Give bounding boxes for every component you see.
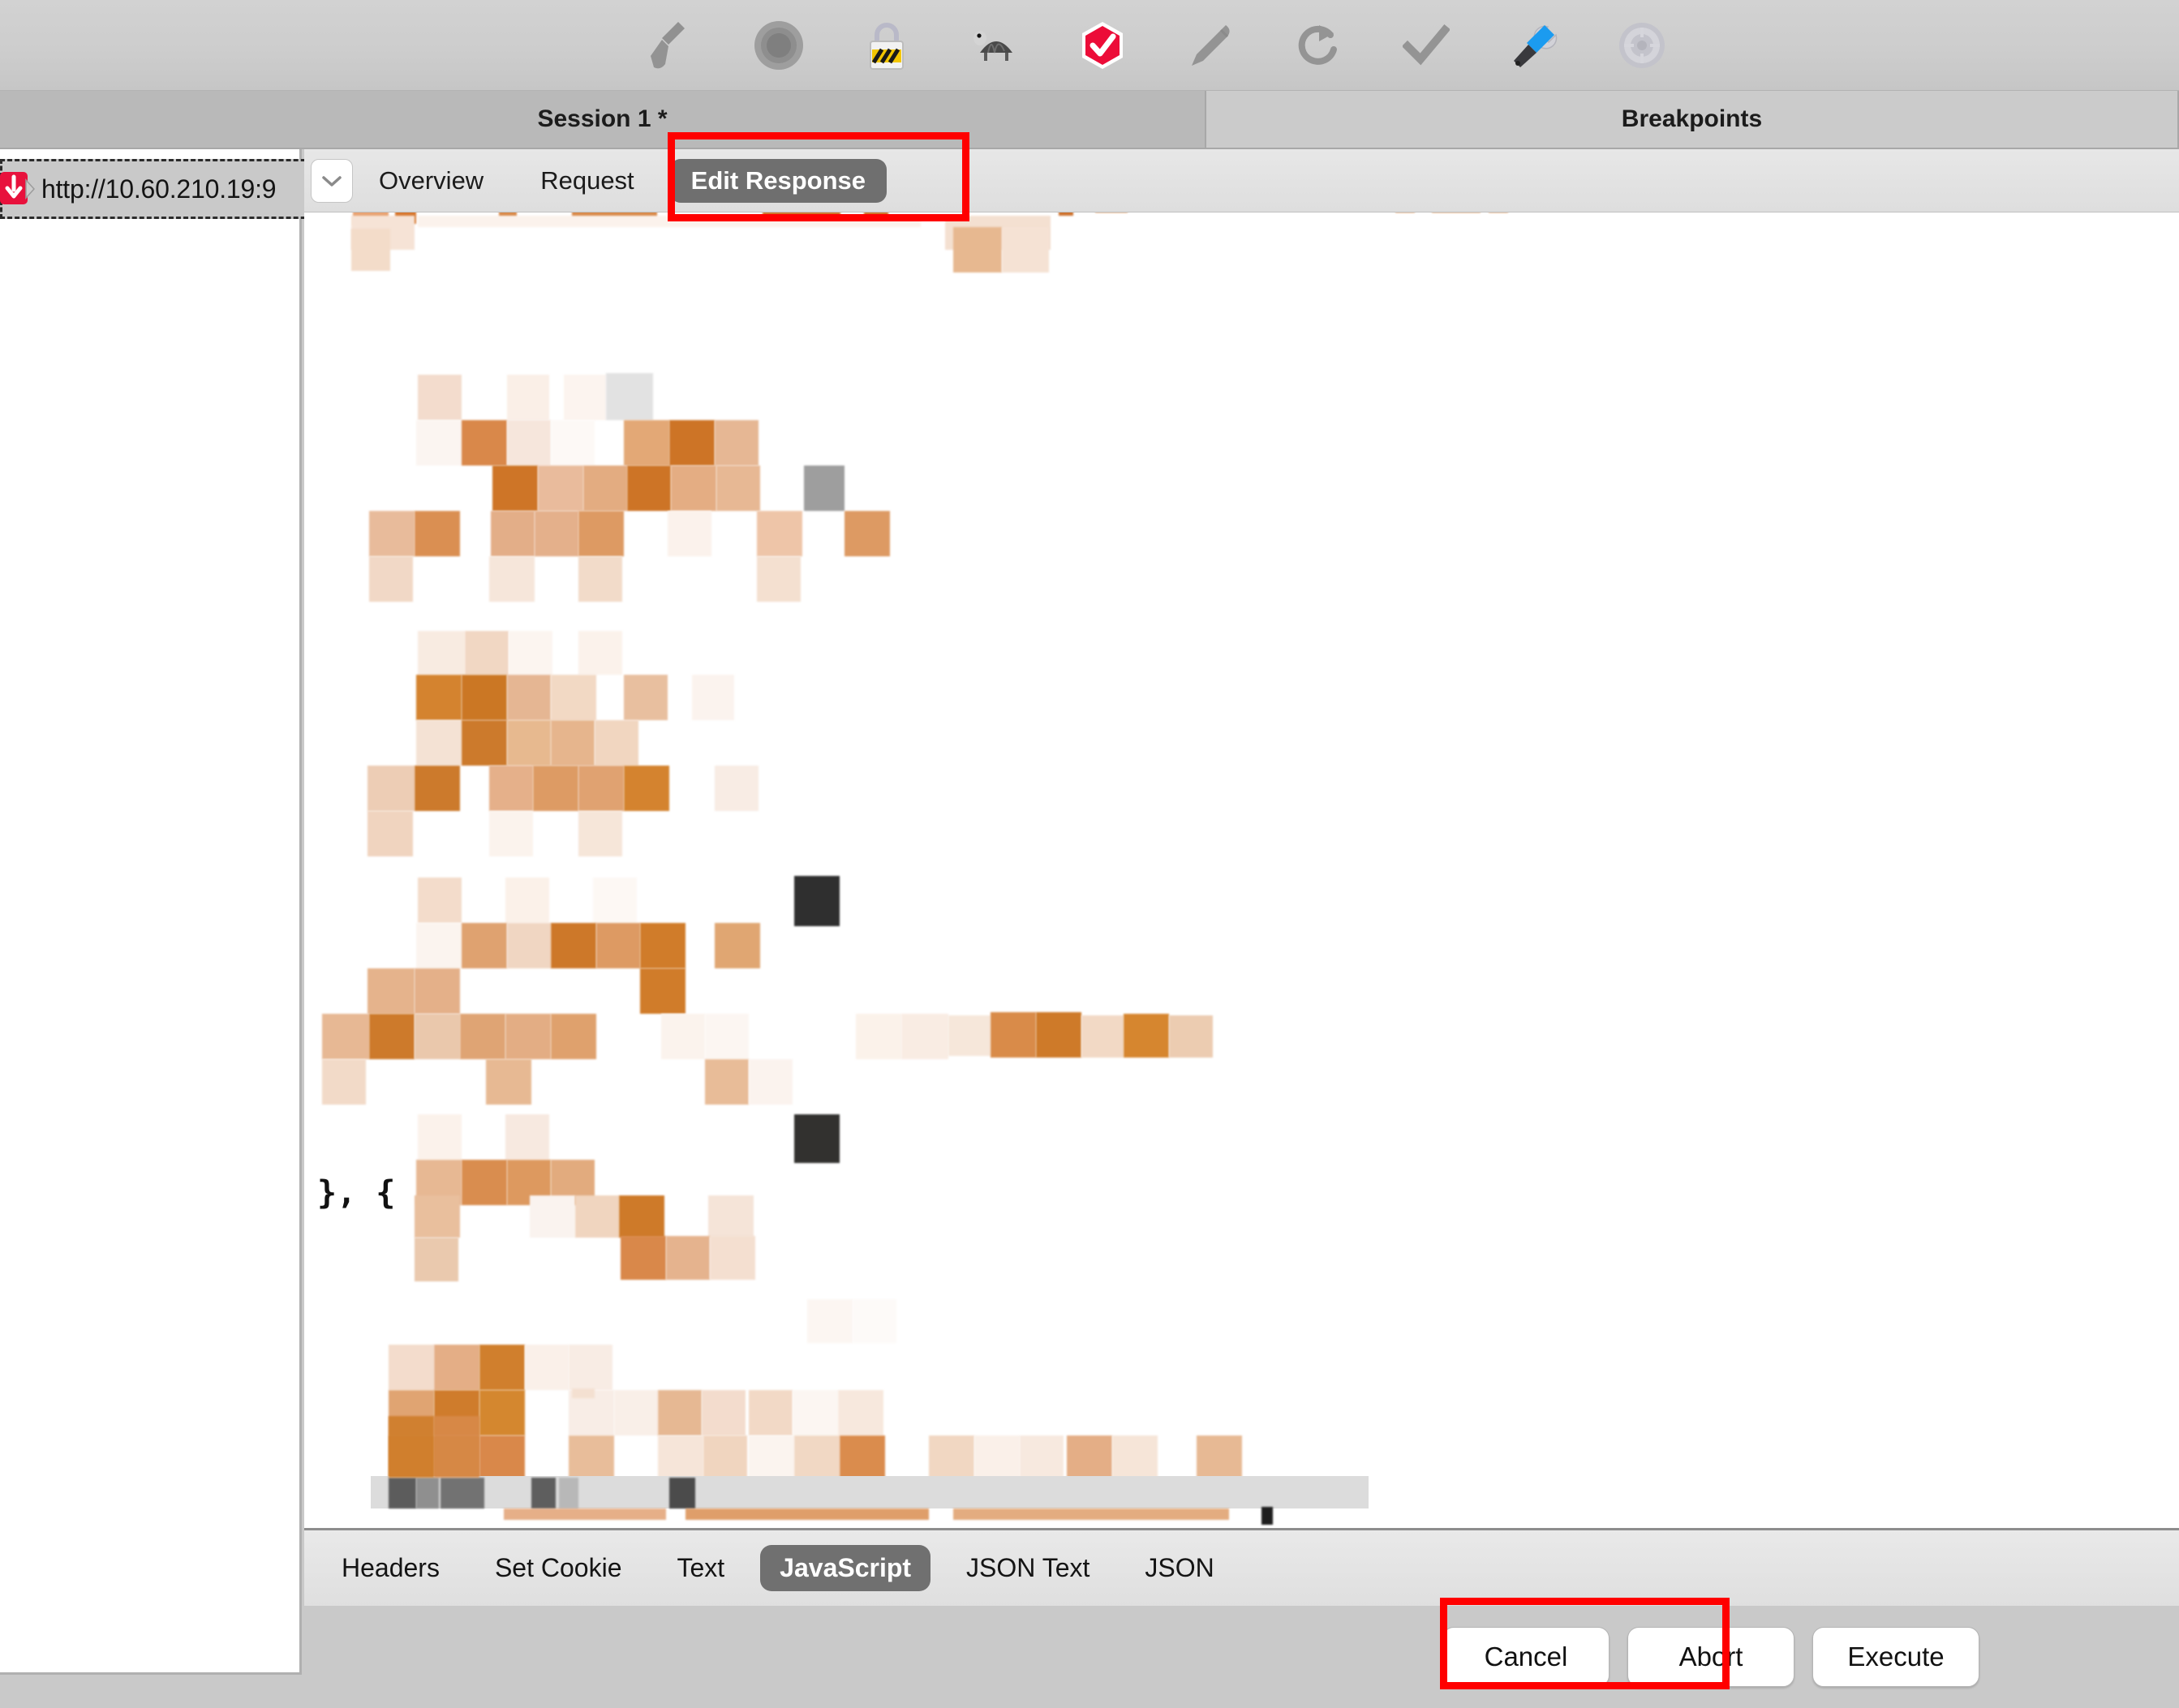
request-tree-panel: http://10.60.210.19:9 [0, 149, 357, 1675]
compose-button[interactable] [1156, 0, 1264, 91]
repeat-button[interactable] [1264, 0, 1372, 91]
check-icon [1402, 24, 1450, 67]
main-toolbar [0, 0, 2179, 91]
session-tab-session-1[interactable]: Session 1 * [0, 91, 1206, 149]
response-format-tab-bar: Headers Set Cookie Text JavaScript JSON … [304, 1528, 2179, 1606]
tab-request[interactable]: Request [519, 159, 655, 203]
redacted-code-content: }, { [304, 212, 2179, 1651]
gear-icon [1617, 20, 1667, 71]
record-button[interactable] [724, 0, 832, 91]
format-tab-set-cookie[interactable]: Set Cookie [475, 1545, 642, 1591]
toolbar-icon-group [617, 0, 1695, 91]
reload-arrow-icon [1295, 22, 1342, 69]
format-tab-text[interactable]: Text [657, 1545, 744, 1591]
format-tab-json-text[interactable]: JSON Text [947, 1545, 1109, 1591]
detail-pane: Overview Request Edit Response}, {Head… [304, 149, 2179, 1708]
lock-icon [866, 19, 908, 72]
tree-item-url: http://10.60.210.19:9 [41, 174, 277, 204]
format-tab-headers[interactable]: Headers [322, 1545, 459, 1591]
turtle-icon [970, 25, 1019, 66]
abort-button[interactable]: Abort [1627, 1627, 1794, 1687]
tree-item-selected[interactable]: http://10.60.210.19:9 [0, 159, 357, 219]
broom-icon [649, 20, 693, 71]
format-tab-javascript[interactable]: JavaScript [760, 1545, 931, 1591]
tab-overview[interactable]: Overview [358, 159, 505, 203]
ssl-proxying-button[interactable] [832, 0, 940, 91]
cancel-button[interactable]: Cancel [1442, 1627, 1610, 1687]
editor-visible-text: }, { [317, 1174, 396, 1212]
clear-session-button[interactable] [617, 0, 724, 91]
settings-button[interactable] [1588, 0, 1695, 91]
format-tab-json[interactable]: JSON [1125, 1545, 1233, 1591]
validate-button[interactable] [1372, 0, 1480, 91]
dialog-footer: Cancel Abort Execute [304, 1606, 2179, 1708]
chevron-down-icon[interactable] [311, 158, 353, 203]
session-tab-breakpoints[interactable]: Breakpoints [1206, 91, 2179, 149]
pen-icon [1187, 20, 1234, 71]
tools-button[interactable] [1480, 0, 1588, 91]
hexagon-check-icon [1078, 20, 1127, 71]
detail-tab-bar: Overview Request Edit Response [304, 149, 2179, 212]
session-tab-strip: Session 1 * Breakpoints [0, 91, 2179, 149]
charles-proxy-window: Session 1 * Breakpoints http://10.60.210… [0, 0, 2179, 1708]
breakpoints-button[interactable] [1048, 0, 1156, 91]
red-down-arrow-icon [0, 165, 37, 213]
record-circle-icon [754, 20, 804, 71]
throttle-button[interactable] [940, 0, 1048, 91]
tab-edit-response[interactable]: Edit Response [669, 158, 887, 203]
screwdriver-wrench-icon [1509, 20, 1559, 71]
execute-button[interactable]: Execute [1812, 1627, 1979, 1687]
response-editor[interactable]: }, { [304, 212, 2179, 1651]
